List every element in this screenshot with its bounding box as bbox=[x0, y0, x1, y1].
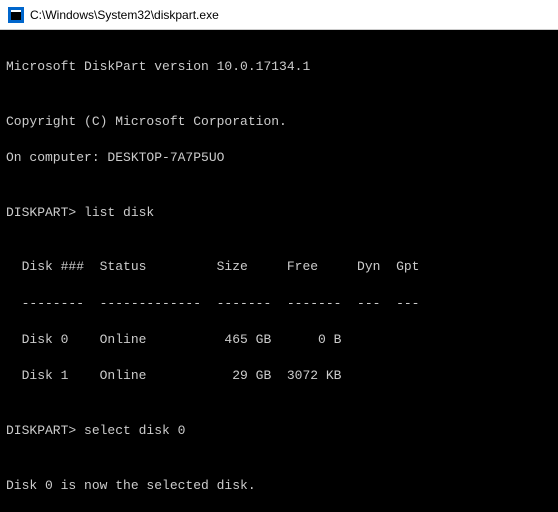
prompt-list-disk: DISKPART> list disk bbox=[6, 204, 552, 222]
msg-disk-selected: Disk 0 is now the selected disk. bbox=[6, 477, 552, 495]
cmd-icon bbox=[8, 7, 24, 23]
disk-table-divider: -------- ------------- ------- ------- -… bbox=[6, 295, 552, 313]
window-title: C:\Windows\System32\diskpart.exe bbox=[30, 8, 219, 22]
copyright-line: Copyright (C) Microsoft Corporation. bbox=[6, 113, 552, 131]
table-row: Disk 0 Online 465 GB 0 B bbox=[6, 331, 552, 349]
version-line: Microsoft DiskPart version 10.0.17134.1 bbox=[6, 58, 552, 76]
disk-table-header: Disk ### Status Size Free Dyn Gpt bbox=[6, 258, 552, 276]
prompt-select-disk: DISKPART> select disk 0 bbox=[6, 422, 552, 440]
window-titlebar[interactable]: C:\Windows\System32\diskpart.exe bbox=[0, 0, 558, 30]
terminal-output[interactable]: Microsoft DiskPart version 10.0.17134.1 … bbox=[0, 30, 558, 512]
computer-line: On computer: DESKTOP-7A7P5UO bbox=[6, 149, 552, 167]
table-row: Disk 1 Online 29 GB 3072 KB bbox=[6, 367, 552, 385]
